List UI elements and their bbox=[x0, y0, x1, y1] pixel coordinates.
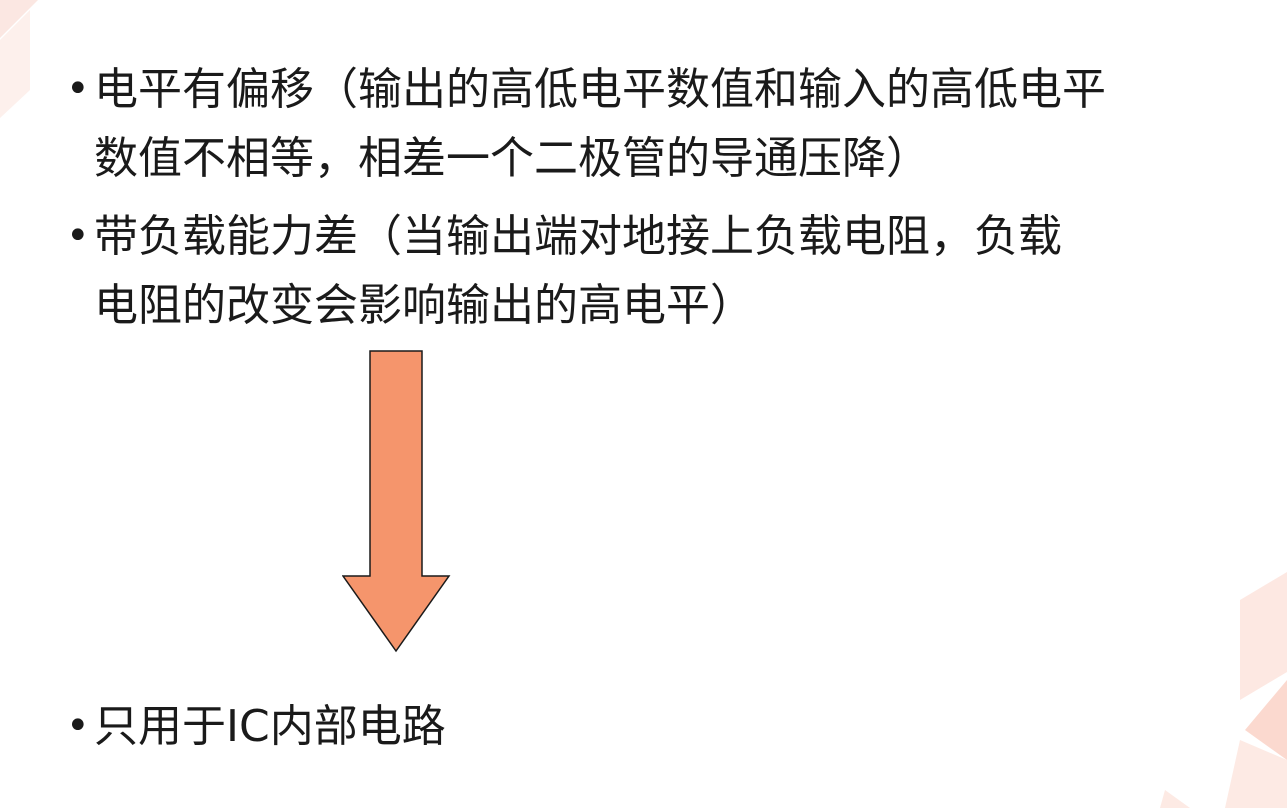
bullet-text: 电平有偏移（输出的高低电平数值和输入的高低电平 数值不相等，相差一个二极管的导通… bbox=[94, 55, 1106, 193]
bullet-text: 带负载能力差（当输出端对地接上负载电阻，负载 电阻的改变会影响输出的高电平） bbox=[94, 202, 1062, 340]
bullet-text-line: 数值不相等，相差一个二极管的导通压降） bbox=[94, 133, 930, 184]
bullet-text-line: 带负载能力差（当输出端对地接上负载电阻，负载 bbox=[94, 211, 1062, 262]
bullet-text-line: 电平有偏移（输出的高低电平数值和输入的高低电平 bbox=[94, 64, 1106, 115]
bullet-text-line: 电阻的改变会影响输出的高电平） bbox=[94, 280, 754, 331]
bullet-marker: • bbox=[66, 703, 90, 749]
bullet-marker: • bbox=[66, 213, 90, 259]
corner-shape-bottom-right-1 bbox=[1240, 572, 1287, 700]
corner-shape-bottom-right-4 bbox=[1160, 790, 1190, 808]
bullet-text: 只用于IC内部电路 bbox=[94, 692, 446, 761]
bullet-marker: • bbox=[66, 66, 90, 112]
down-arrow-shape bbox=[342, 350, 451, 653]
bullet-text-line: 只用于IC内部电路 bbox=[94, 701, 446, 752]
down-arrow-icon bbox=[342, 350, 451, 653]
